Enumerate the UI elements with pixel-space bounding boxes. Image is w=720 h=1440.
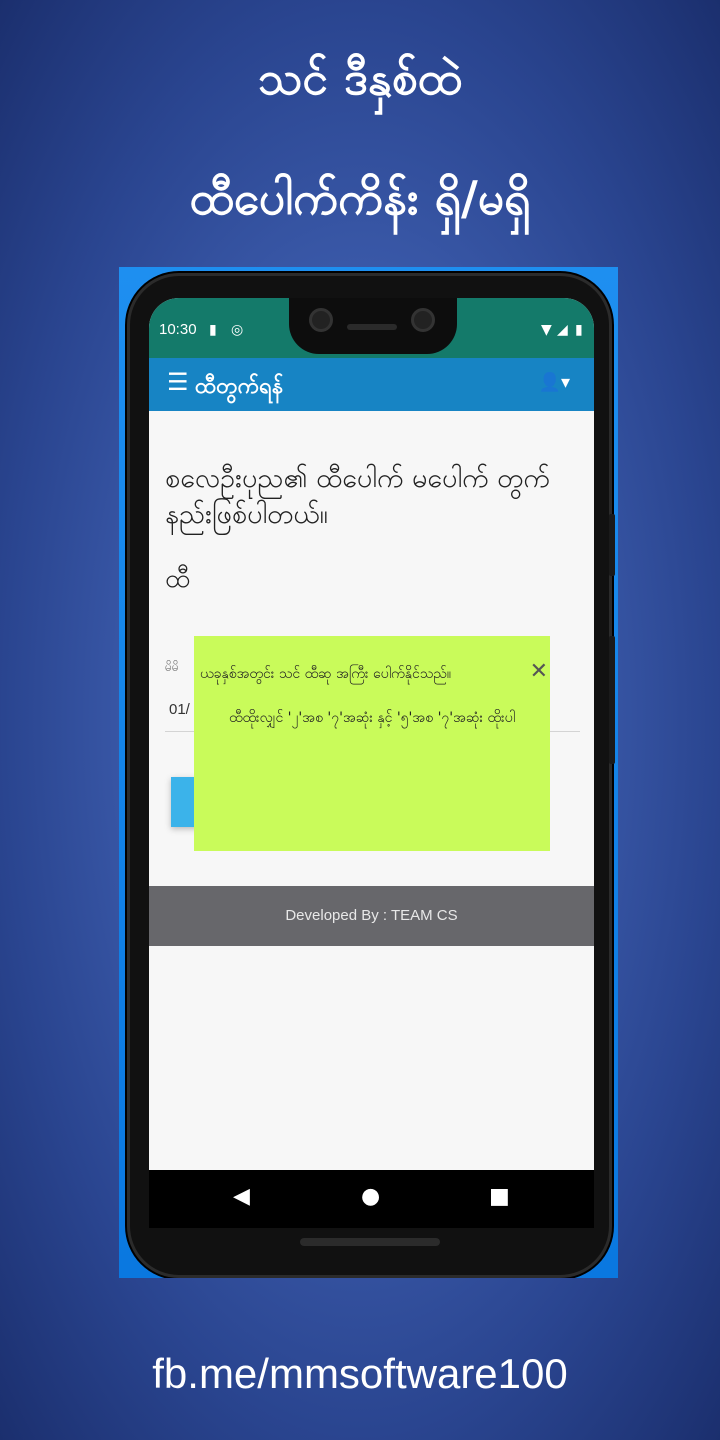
home-icon[interactable]: ● [361,1184,380,1210]
promo-headline-1: သင် ဒီနှစ်ထဲ [257,51,463,105]
menu-icon[interactable]: ☰ [167,370,189,394]
status-time: 10:30 [159,321,197,338]
back-icon[interactable]: ◀ [233,1184,250,1210]
app-title: ထီတွက်ရန် [195,374,284,399]
volume-button [609,636,615,764]
sd-card-icon: ▮ [209,322,217,338]
section-subheading: ထီ [165,564,191,594]
date-field-label: မိမိ [165,660,179,674]
facebook-link[interactable]: fb.me/mmsoftware100 [0,1350,720,1398]
popup-result-text: ယခုနှစ်အတွင်း သင် ထီဆု အကြီး ပေါက်နိုင်သ… [200,666,452,682]
popup-advice-text: ထီထိုးလျှင် '၂'အစ '၇'အဆုံး နှင့် '၅'အစ '… [228,710,516,726]
battery-icon: ▮ [575,322,583,338]
close-icon[interactable]: ✕ [530,659,548,684]
camera-notch [289,298,457,354]
wifi-icon: ▼ [541,322,552,338]
main-content: စလေဦးပုည၏ ထီပေါက် မပေါက် တွက်နည်းဖြစ်ပါတ… [149,411,594,886]
phone-screenshot-frame: 10:30 ▮ ◎ ▼ ◢ ▮ ☰ ထီတွက်ရန် 👤▾ စလေဦးပုည၏… [119,267,618,1278]
date-input[interactable]: 01/ [169,701,190,718]
recents-icon[interactable]: ■ [489,1184,510,1210]
user-icon[interactable]: 👤▾ [539,372,570,393]
front-camera-right [411,308,435,332]
phone-device: 10:30 ▮ ◎ ▼ ◢ ▮ ☰ ထီတွက်ရန် 👤▾ စလေဦးပုည၏… [127,273,615,1278]
result-popup: ယခုနှစ်အတွင်း သင် ထီဆု အကြီး ပေါက်နိုင်သ… [194,636,550,851]
app-bar: ☰ ထီတွက်ရန် 👤▾ [149,358,594,411]
gesture-pill [300,1238,440,1246]
front-camera-left [309,308,333,332]
signal-icon: ◢ [557,322,568,338]
phone-screen: 10:30 ▮ ◎ ▼ ◢ ▮ ☰ ထီတွက်ရန် 👤▾ စလေဦးပုည၏… [149,298,594,1228]
power-button [609,514,615,576]
sync-icon: ◎ [231,322,244,338]
navigation-bar: ◀ ● ■ [149,1170,594,1228]
promo-headline-2: ထီပေါက်ကိန်း ရှိ/မရှိ [189,171,531,225]
empty-area [149,946,594,1170]
app-footer: Developed By : TEAM CS [149,886,594,946]
earpiece-speaker [347,324,397,330]
page-heading: စလေဦးပုည၏ ထီပေါက် မပေါက် တွက်နည်းဖြစ်ပါတ… [165,463,550,530]
